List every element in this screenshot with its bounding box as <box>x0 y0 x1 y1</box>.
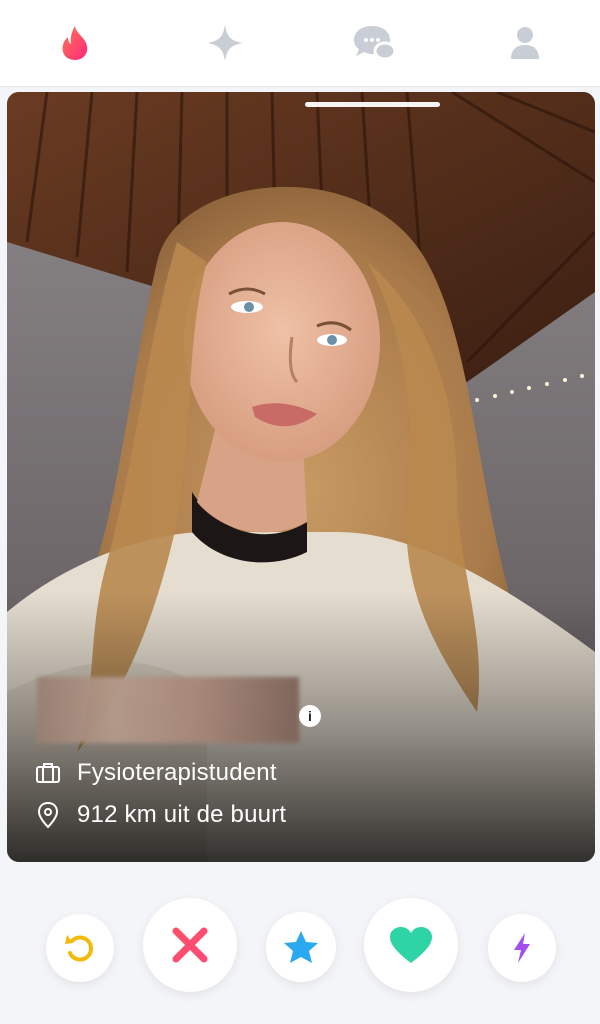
flame-icon <box>62 26 88 60</box>
like-button[interactable] <box>364 898 458 992</box>
bolt-icon <box>514 933 530 963</box>
action-bar <box>0 890 600 1000</box>
rewind-button[interactable] <box>46 914 114 982</box>
job-title: Fysioterapistudent <box>77 759 277 786</box>
nope-button[interactable] <box>143 898 237 992</box>
nav-explore-button[interactable] <box>195 13 255 73</box>
boost-button[interactable] <box>488 914 556 982</box>
close-icon <box>172 927 208 963</box>
super-like-button[interactable] <box>266 912 336 982</box>
chat-icon <box>354 26 397 61</box>
info-icon: i <box>308 708 312 724</box>
distance-row: 912 km uit de buurt <box>33 800 286 830</box>
sparkle-icon <box>207 25 243 61</box>
profile-card[interactable]: i Fysioterapistudent 912 km uit de buurt <box>7 92 595 862</box>
location-pin-icon <box>33 800 63 830</box>
photo-progress-bar <box>305 102 440 107</box>
blurred-name <box>37 677 299 743</box>
star-icon <box>284 931 318 963</box>
nav-messages-button[interactable] <box>345 13 405 73</box>
nav-profile-button[interactable] <box>495 13 555 73</box>
profile-icon <box>511 27 539 59</box>
heart-icon <box>390 927 432 963</box>
top-navigation <box>0 0 600 87</box>
nav-flame-button[interactable] <box>45 13 105 73</box>
distance-text: 912 km uit de buurt <box>77 801 287 828</box>
info-button[interactable]: i <box>299 705 321 727</box>
job-row: Fysioterapistudent <box>33 758 277 788</box>
briefcase-icon <box>33 758 63 788</box>
rewind-icon <box>65 935 94 962</box>
